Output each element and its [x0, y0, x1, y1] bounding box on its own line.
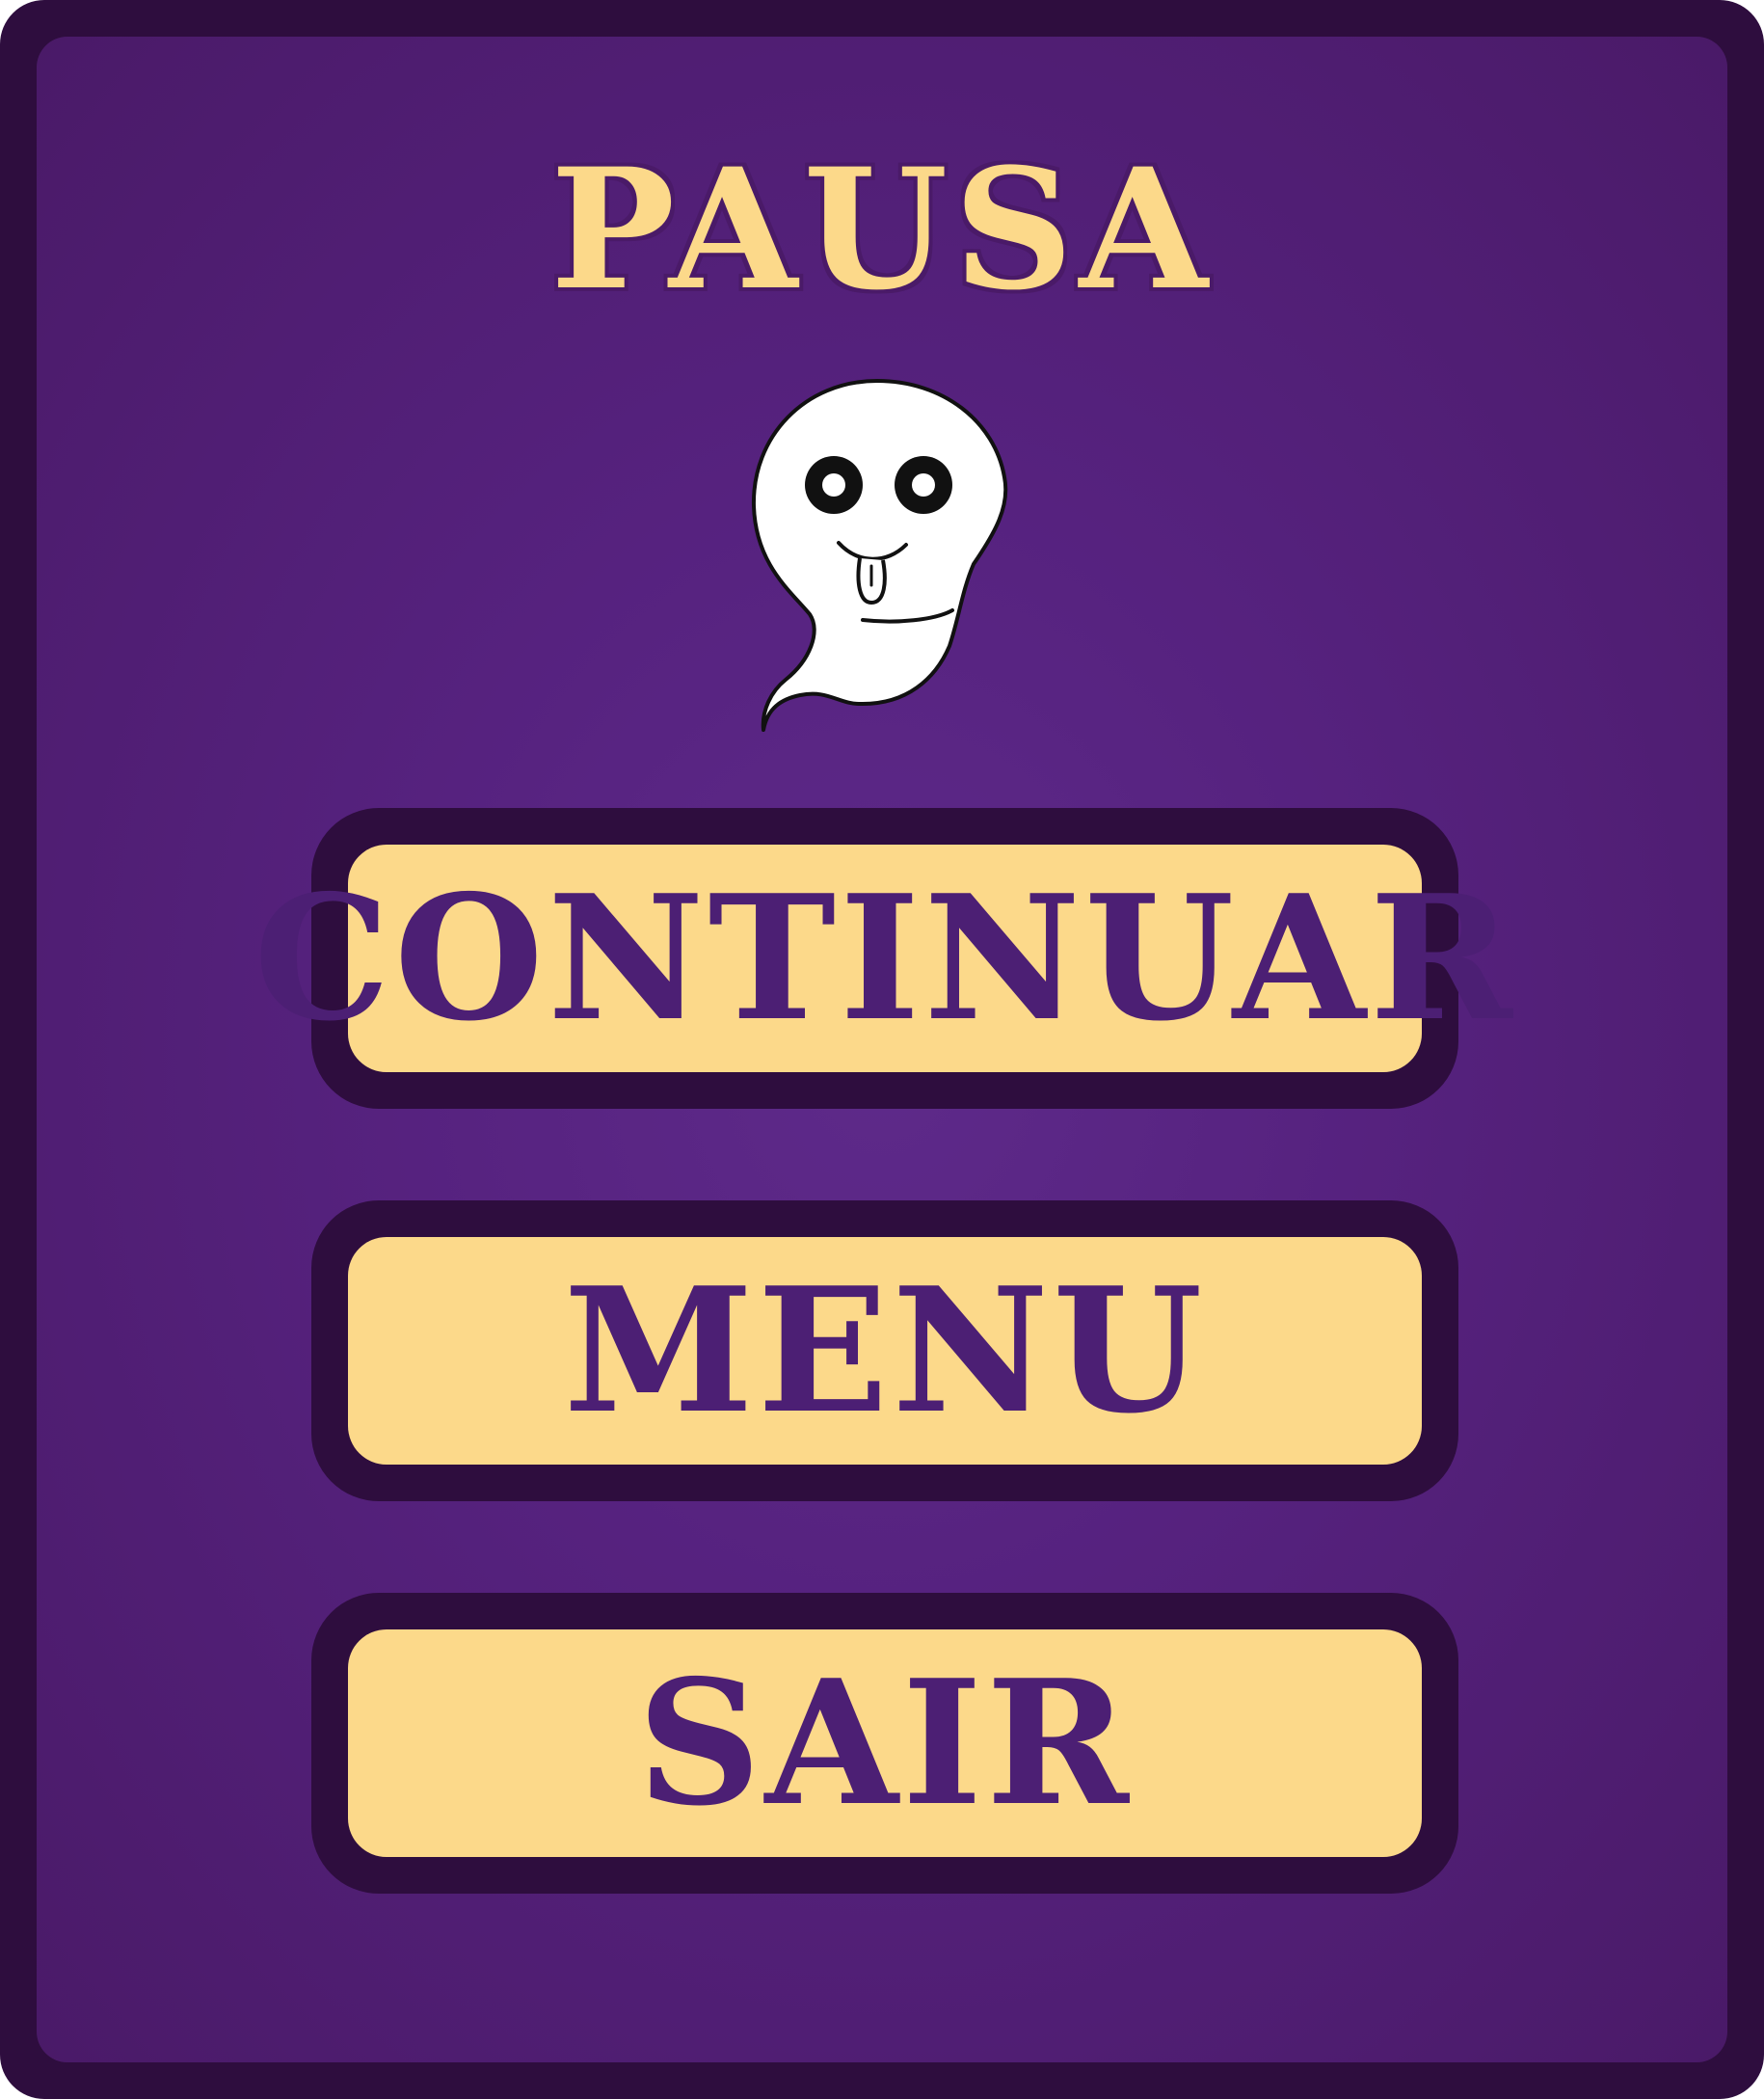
exit-button-face[interactable]: SAIR — [348, 1629, 1422, 1857]
exit-button-label: SAIR — [637, 1642, 1133, 1843]
pause-title: PAUSA — [550, 131, 1214, 327]
menu-button[interactable]: MENU — [311, 1200, 1458, 1501]
exit-button[interactable]: SAIR — [311, 1593, 1458, 1894]
menu-button-face[interactable]: MENU — [348, 1237, 1422, 1465]
continue-button-label: CONTINUAR — [254, 857, 1516, 1059]
ghost-icon — [751, 379, 1008, 732]
continue-button-face[interactable]: CONTINUAR — [254, 845, 1512, 1072]
menu-button-label: MENU — [563, 1250, 1207, 1451]
continue-button[interactable]: CONTINUAR — [254, 808, 1512, 1109]
